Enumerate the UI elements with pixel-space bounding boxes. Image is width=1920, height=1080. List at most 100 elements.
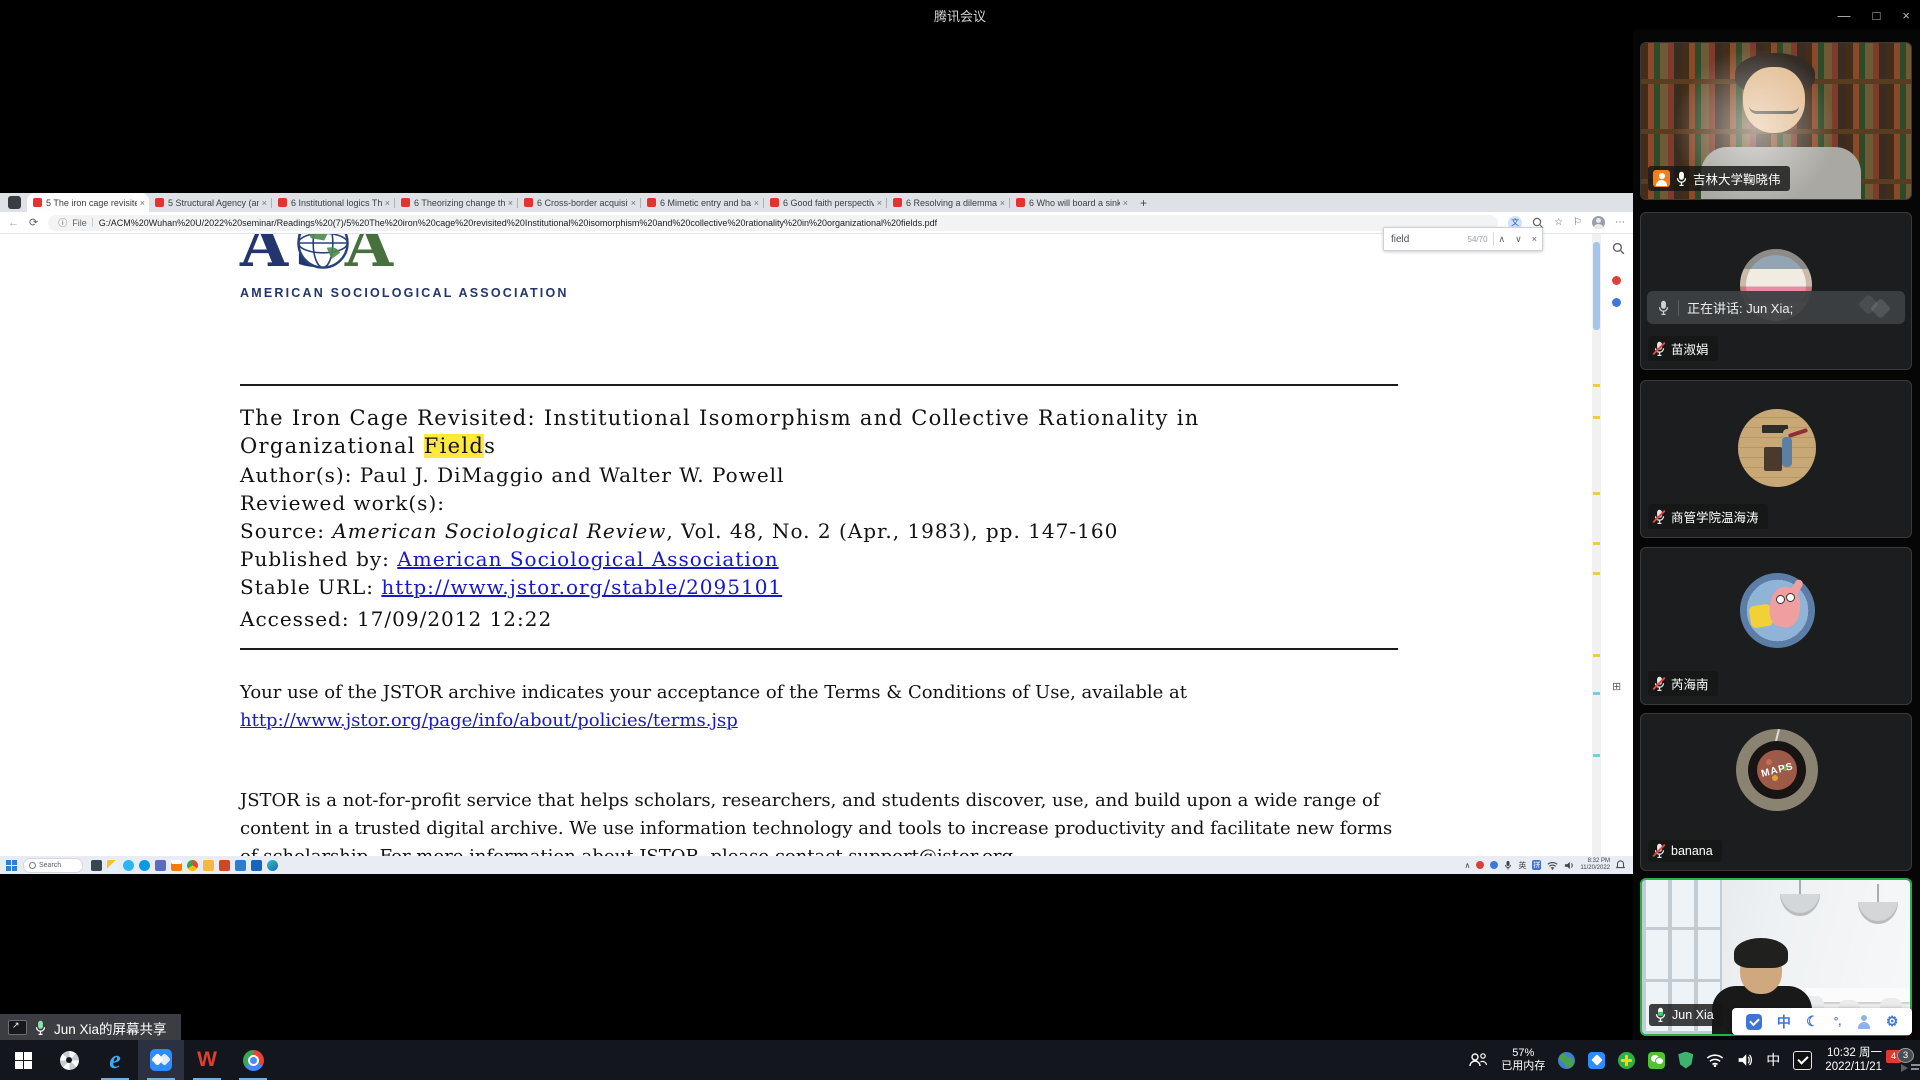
tab-close-icon[interactable]: × <box>631 198 636 208</box>
pinwheel-app-icon[interactable] <box>46 1040 92 1080</box>
taskbar-clock[interactable]: 10:32 周一 2022/11/21 <box>1825 1046 1882 1074</box>
participant-tile-2[interactable]: 正在讲话: Jun Xia; 苗淑娟 <box>1640 212 1912 370</box>
browser-app-icon[interactable] <box>187 860 198 871</box>
profile-avatar[interactable] <box>1592 216 1605 229</box>
participant-tile-4[interactable]: 芮海南 <box>1640 547 1912 705</box>
page-info-icon[interactable]: ⓘ <box>58 216 67 229</box>
tab-mimetic-entry[interactable]: 6 Mimetic entry and bandwagon... × <box>641 193 763 212</box>
stable-url-link[interactable]: http://www.jstor.org/stable/2095101 <box>381 575 782 599</box>
mic-on-icon <box>1675 171 1688 187</box>
moon-icon[interactable]: ☾ <box>1806 1013 1819 1030</box>
meeting-tray-icon[interactable] <box>1588 1052 1605 1069</box>
tasks-icon[interactable] <box>171 860 182 871</box>
avatar: MAPS <box>1736 729 1818 811</box>
grid-icon[interactable]: ⊞ <box>1612 680 1621 693</box>
powerpoint-icon[interactable] <box>219 860 230 871</box>
reload-icon[interactable]: ⟳ <box>29 216 38 229</box>
minimize-icon[interactable]: — <box>1838 8 1851 23</box>
ime-cn-icon[interactable]: 中 <box>1777 1012 1791 1032</box>
internet-explorer-icon[interactable]: e <box>92 1040 138 1080</box>
participant-video-1[interactable]: 吉林大学鞠晓伟 <box>1640 42 1912 200</box>
skype-icon[interactable] <box>139 860 150 871</box>
participant-tile-5[interactable]: MAPS banana <box>1640 713 1912 871</box>
ime-settings-icon[interactable]: ⚙ <box>1886 1013 1899 1030</box>
wps-office-icon[interactable]: W <box>184 1040 230 1080</box>
chrome-icon[interactable] <box>230 1040 276 1080</box>
scrollbar-thumb[interactable] <box>1593 242 1600 330</box>
find-next-icon[interactable]: ∨ <box>1510 234 1527 245</box>
sogou-tray-icon[interactable] <box>1793 1051 1812 1070</box>
find-prev-icon[interactable]: ∧ <box>1494 234 1511 245</box>
teams-icon[interactable] <box>155 860 166 871</box>
browser-window-icon[interactable] <box>8 196 21 209</box>
tab-resolving-dilemma[interactable]: 6 Resolving a dilemma of signal... × <box>887 193 1009 212</box>
tray-blue-icon[interactable] <box>1490 861 1498 869</box>
window-controls: — □ × <box>1838 0 1910 30</box>
terms-link[interactable]: http://www.jstor.org/page/info/about/pol… <box>240 710 738 731</box>
tab-institutional-logics[interactable]: 6 Institutional logics Thornton p... × <box>272 193 394 212</box>
extension-blue-icon[interactable] <box>1612 298 1621 307</box>
find-input[interactable]: field <box>1384 234 1468 245</box>
maximize-icon[interactable]: □ <box>1873 8 1881 23</box>
volume-icon[interactable] <box>1737 1053 1753 1067</box>
chat-app-icon[interactable] <box>123 860 134 871</box>
wechat-tray-icon[interactable] <box>1648 1052 1665 1069</box>
ime-pinyin-icon[interactable]: 拼 <box>1532 860 1541 870</box>
volume-tray-icon[interactable] <box>1564 861 1574 870</box>
phone-link-icon[interactable] <box>91 860 102 871</box>
tab-cross-border[interactable]: 6 Cross-border acquisitions by s... × <box>518 193 640 212</box>
tab-iron-cage[interactable]: 5 The iron cage revisited Institut... × <box>27 193 149 212</box>
tab-close-icon[interactable]: × <box>1000 198 1005 208</box>
ime-en-icon[interactable]: 英 <box>1518 860 1526 871</box>
participant-tile-3[interactable]: 商管学院温海涛 <box>1640 380 1912 538</box>
tab-close-icon[interactable]: × <box>262 198 267 208</box>
ime-indicator[interactable]: 中 <box>1766 1050 1780 1070</box>
weather-icon[interactable] <box>107 860 118 871</box>
search-sidebar-icon[interactable] <box>1612 242 1625 255</box>
wifi-icon[interactable] <box>1706 1053 1724 1067</box>
hidden-icons-chevron[interactable]: ∧ <box>1465 861 1471 870</box>
url-field[interactable]: ⓘ File G:/ACM%20Wuhan%20U/2022%20seminar… <box>48 215 1498 231</box>
extension-red-icon[interactable] <box>1612 276 1621 285</box>
wifi-tray-icon[interactable] <box>1547 861 1558 870</box>
close-icon[interactable]: × <box>1902 8 1910 23</box>
more-menu-icon[interactable]: ⋯ <box>1615 217 1625 228</box>
tab-close-icon[interactable]: × <box>508 198 513 208</box>
tab-structural-agency[interactable]: 5 Structural Agency (and other... × <box>149 193 271 212</box>
edge-icon[interactable] <box>267 860 278 871</box>
tab-good-faith[interactable]: 6 Good faith perspective.pdf × <box>764 193 886 212</box>
start-button[interactable] <box>0 1040 46 1080</box>
notification-bell-icon[interactable] <box>1616 860 1625 870</box>
tab-close-icon[interactable]: × <box>754 198 759 208</box>
memory-usage[interactable]: 57% 已用内存 <box>1501 1047 1545 1073</box>
contacts-icon[interactable] <box>1468 1052 1488 1068</box>
globe-tray-icon[interactable] <box>1558 1052 1575 1069</box>
punctuation-icon[interactable]: °, <box>1834 1016 1841 1028</box>
tray-red-icon[interactable] <box>1476 861 1484 869</box>
shared-clock[interactable]: 8:32 PM 11/20/2022 <box>1580 858 1610 872</box>
new-tab-button[interactable]: + <box>1140 196 1147 210</box>
tencent-meeting-app[interactable] <box>138 1040 184 1080</box>
mic-tray-icon[interactable] <box>1504 860 1512 871</box>
antivirus-tray-icon[interactable] <box>1618 1052 1635 1069</box>
pdf-scrollbar[interactable] <box>1592 234 1601 856</box>
shared-start-icon[interactable] <box>6 860 17 871</box>
find-close-icon[interactable]: × <box>1527 234 1542 244</box>
publisher-link[interactable]: American Sociological Association <box>397 547 778 571</box>
tab-theorizing-change[interactable]: 6 Theorizing change the role of ... × <box>395 193 517 212</box>
tab-sinking-ship[interactable]: 6 Who will board a sinking ship ... × <box>1010 193 1132 212</box>
shared-search-box[interactable]: Search <box>23 858 83 873</box>
word-icon[interactable] <box>235 860 246 871</box>
tab-close-icon[interactable]: × <box>877 198 882 208</box>
tab-close-icon[interactable]: × <box>1123 198 1128 208</box>
file-explorer-icon[interactable] <box>203 860 214 871</box>
outlook-icon[interactable] <box>251 860 262 871</box>
back-icon[interactable]: ← <box>8 217 19 229</box>
tab-close-icon[interactable]: × <box>385 198 390 208</box>
ime-status-icon[interactable] <box>1746 1014 1762 1030</box>
collections-icon[interactable]: ⚐ <box>1573 217 1582 228</box>
favorites-icon[interactable]: ☆ <box>1554 217 1563 228</box>
ime-profile-icon[interactable] <box>1857 1015 1871 1029</box>
tab-close-icon[interactable]: × <box>140 198 145 208</box>
security-shield-icon[interactable] <box>1678 1052 1693 1069</box>
